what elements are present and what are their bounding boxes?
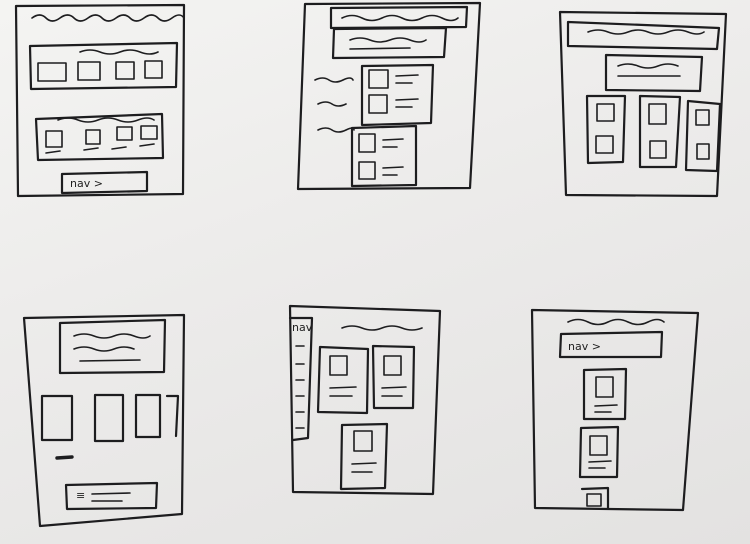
sketch-4-footer-marks: ≡ — [76, 489, 85, 502]
sketch-2 — [296, 1, 482, 191]
sketch-6: nav > — [530, 308, 700, 512]
sketches-svg: nav > ≡ nav nav > — [14, 1, 728, 528]
paper-sheet: nav > ≡ nav nav > — [0, 0, 750, 544]
sketch-1: nav > — [14, 3, 186, 198]
sketch-3 — [558, 10, 728, 198]
sketch-6-nav-label: nav > — [568, 340, 601, 353]
sketch-5-nav-label: nav — [292, 321, 313, 334]
sketch-1-nav-label: nav > — [70, 177, 103, 190]
sketch-4: ≡ — [22, 313, 186, 528]
sketch-5: nav — [288, 304, 442, 496]
